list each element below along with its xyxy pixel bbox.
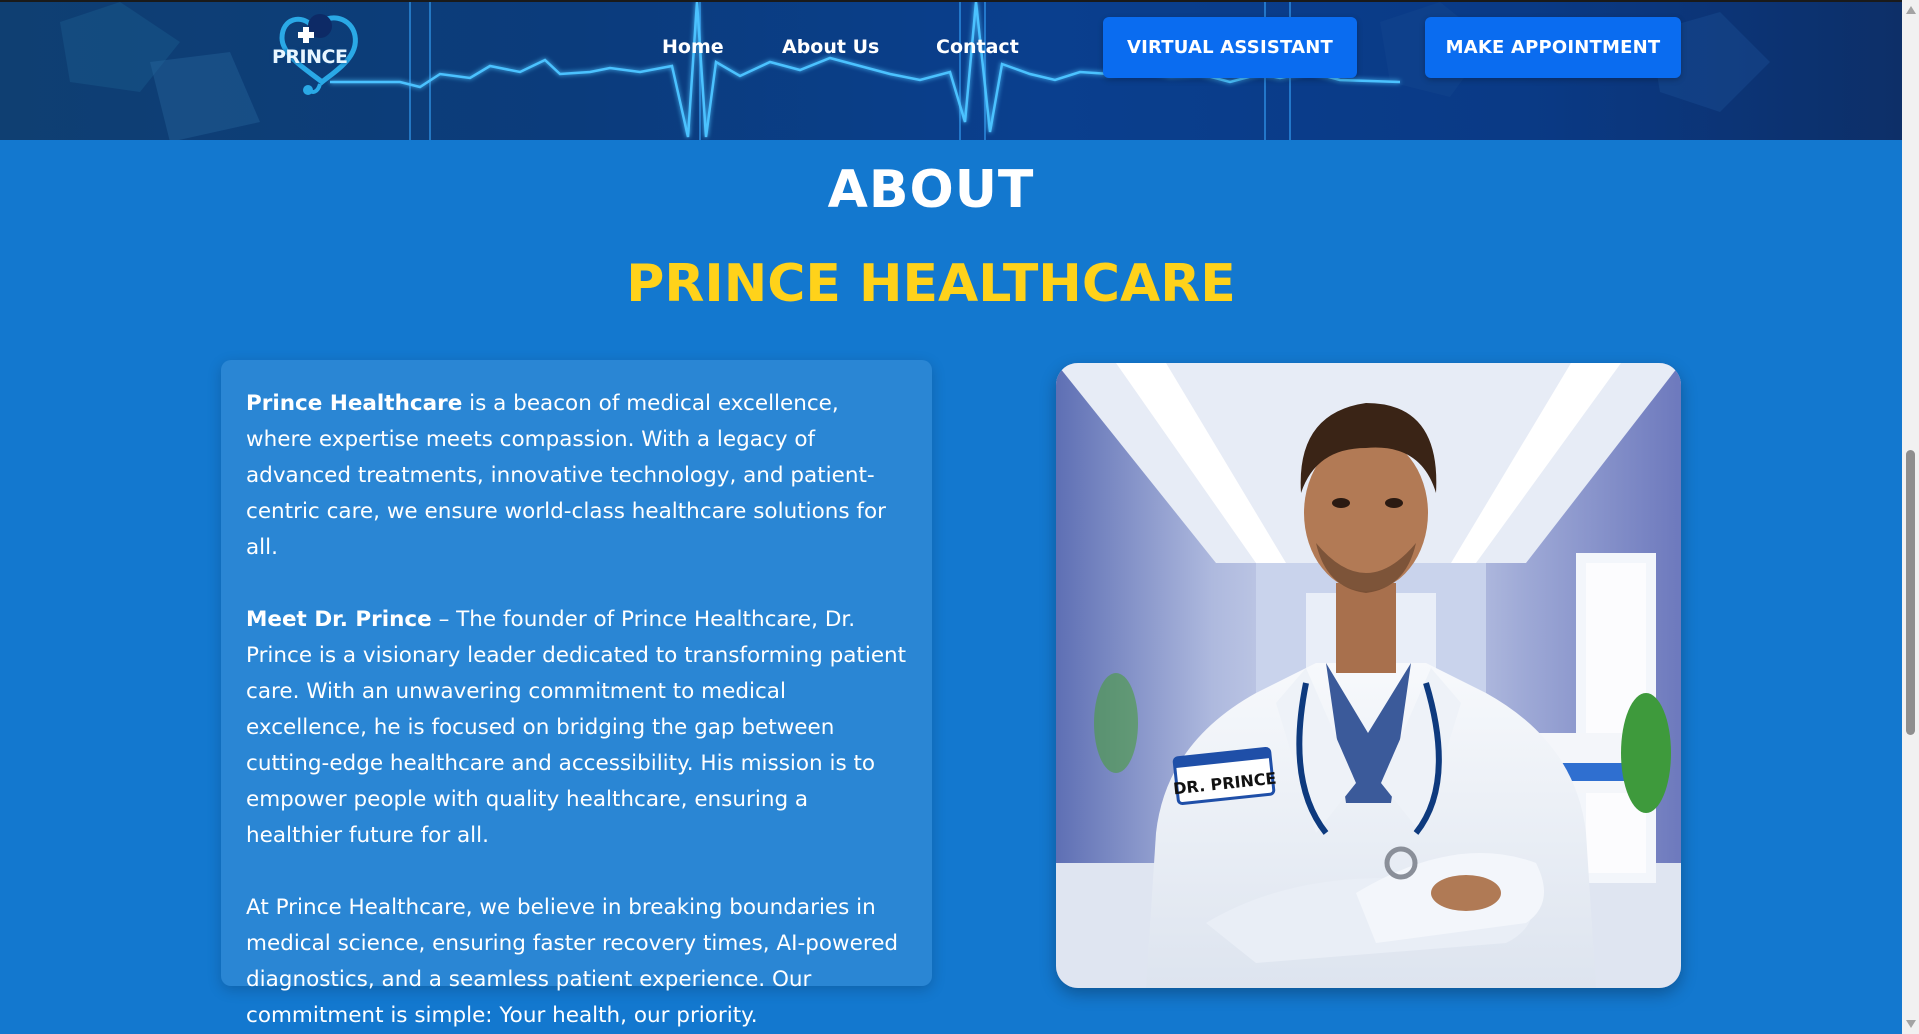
nav-contact[interactable]: Contact: [936, 36, 1019, 58]
paragraph-2-text: – The founder of Prince Healthcare, Dr. …: [246, 607, 907, 848]
doctor-illustration: DR. PRINCE: [1056, 363, 1681, 988]
nav-about-us[interactable]: About Us: [782, 36, 879, 58]
about-paragraph-3: At Prince Healthcare, we believe in brea…: [246, 890, 908, 1034]
scrollbar-thumb[interactable]: [1906, 450, 1915, 735]
about-paragraph-2: Meet Dr. Prince – The founder of Prince …: [246, 602, 908, 854]
scroll-down-arrow-icon[interactable]: [1906, 1020, 1916, 1028]
nav-home[interactable]: Home: [662, 36, 724, 58]
site-logo[interactable]: PRINCE: [272, 10, 362, 95]
site-header: PRINCE Home About Us Contact VIRTUAL ASS…: [0, 0, 1902, 140]
doctor-photo: DR. PRINCE: [1056, 363, 1681, 988]
about-heading: ABOUT: [827, 160, 1035, 220]
make-appointment-button[interactable]: MAKE APPOINTMENT: [1425, 17, 1681, 78]
paragraph-1-text: is a beacon of medical excellence, where…: [246, 391, 886, 560]
about-paragraph-1: Prince Healthcare is a beacon of medical…: [246, 386, 908, 566]
paragraph-2-bold: Meet Dr. Prince: [246, 607, 432, 632]
scroll-up-arrow-icon[interactable]: [1906, 6, 1916, 14]
about-subheading: PRINCE HEALTHCARE: [626, 254, 1236, 314]
logo-text: PRINCE: [272, 46, 348, 68]
paragraph-3-text: At Prince Healthcare, we believe in brea…: [246, 895, 899, 1028]
about-text-card: Prince Healthcare is a beacon of medical…: [221, 360, 932, 1028]
page-scrollbar[interactable]: [1902, 0, 1919, 1034]
paragraph-1-bold: Prince Healthcare: [246, 391, 463, 416]
virtual-assistant-button[interactable]: VIRTUAL ASSISTANT: [1103, 17, 1357, 78]
